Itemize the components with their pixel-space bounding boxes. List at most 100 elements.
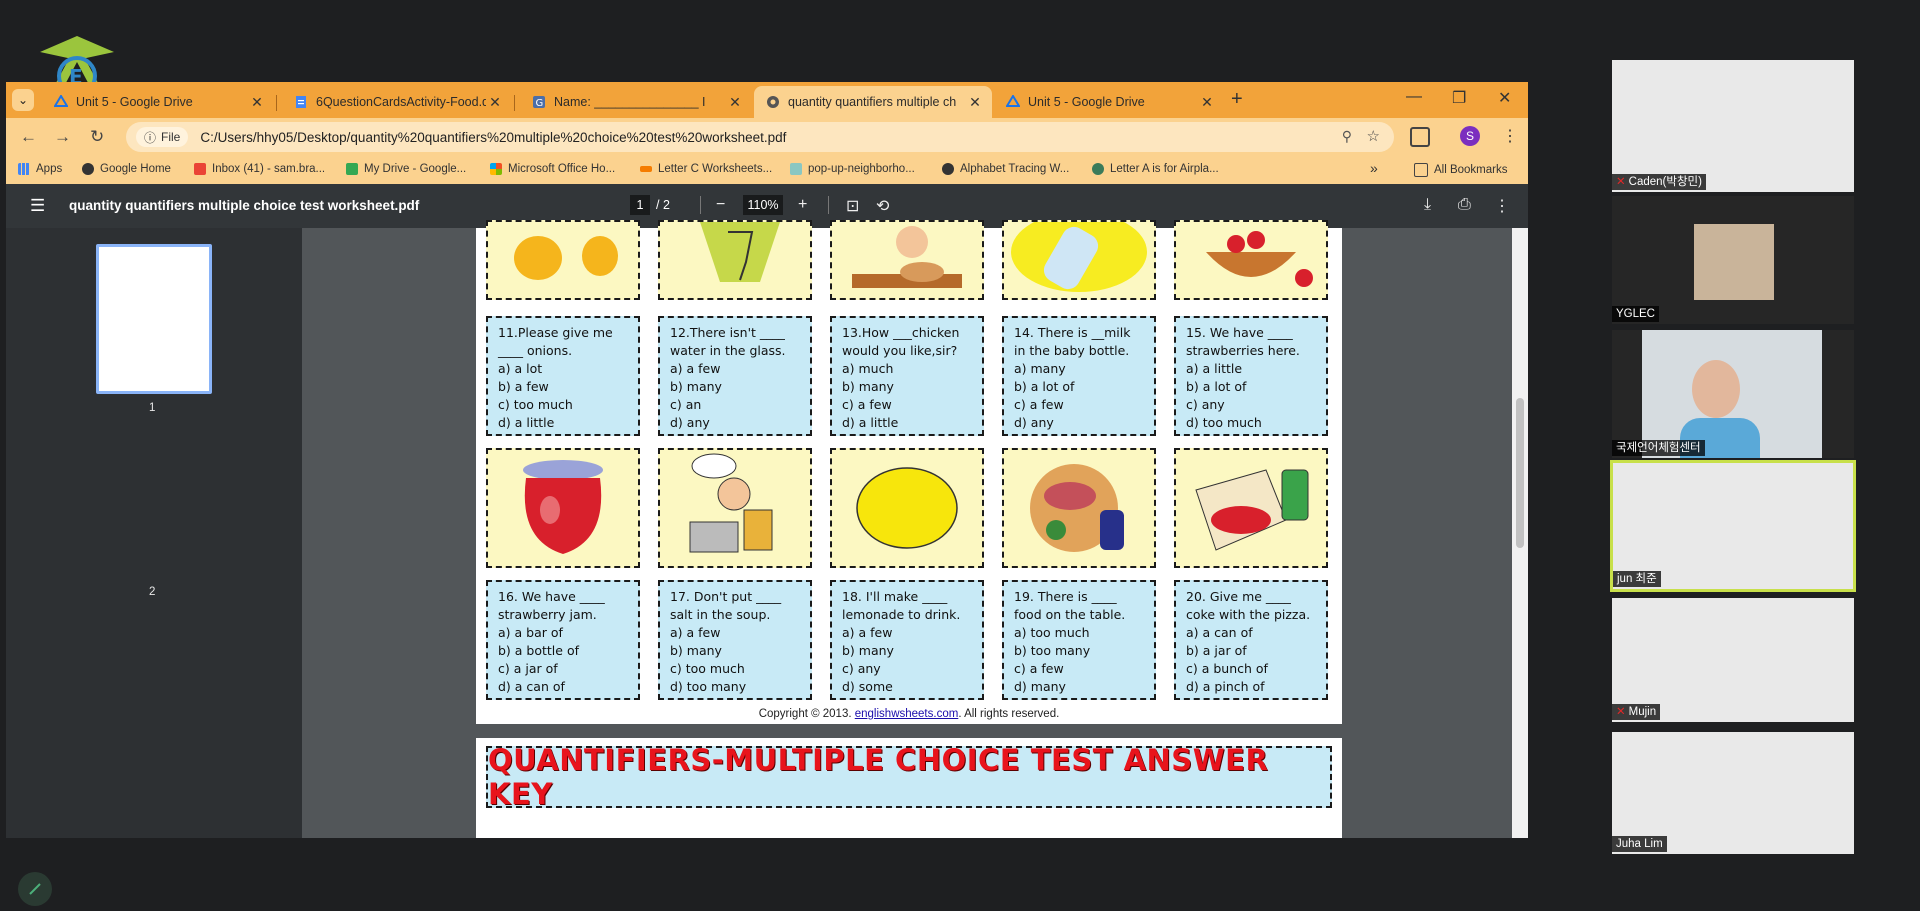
extensions-icon[interactable] (1410, 127, 1430, 147)
participant-tile-jun[interactable]: jun 최준 (1610, 460, 1856, 592)
bookmark-my-drive[interactable]: My Drive - Google... (346, 163, 466, 175)
address-bar[interactable]: ⓘ File C:/Users/hhy05/Desktop/quantity%2… (126, 122, 1394, 152)
bookmark-label: My Drive - Google... (364, 163, 467, 175)
bookmark-pop-up[interactable]: pop-up-neighborho... (790, 163, 915, 175)
rotate-icon[interactable]: ⟲ (876, 196, 889, 216)
question-text: strawberries here. (1186, 343, 1300, 358)
site-info-label: File (161, 130, 181, 144)
scrollbar-thumb[interactable] (1516, 398, 1524, 548)
pdf-more-icon[interactable]: ⋮ (1494, 196, 1510, 216)
tab-quantifiers-pdf[interactable]: quantity quantifiers multiple ch ✕ (754, 86, 992, 118)
site-info-chip[interactable]: ⓘ File (136, 127, 189, 147)
bookmark-apps[interactable]: Apps (18, 163, 62, 175)
pdf-scrollbar[interactable] (1512, 228, 1528, 838)
option-c: c) an (670, 397, 702, 412)
option-a: a) a can of (1186, 625, 1253, 640)
worksheet-page-1: 11.Please give me ____ onions. a) a lot … (476, 212, 1342, 724)
browser-menu-icon[interactable]: ⋮ (1502, 126, 1518, 146)
star-bookmark-icon[interactable]: ☆ (1367, 127, 1380, 145)
window-close-icon[interactable]: ✕ (1498, 88, 1511, 108)
baby-bottle-image (1002, 212, 1156, 300)
restore-icon[interactable]: ❐ (1452, 88, 1466, 108)
forward-arrow-icon[interactable]: → (54, 127, 71, 147)
more-bookmarks-icon[interactable]: » (1370, 160, 1378, 176)
option-b: b) a bottle of (498, 643, 579, 658)
participant-name-label: Juha Lim (1616, 838, 1663, 850)
participant-tile-center[interactable]: 국제언어체험센터 (1612, 330, 1854, 458)
question-card-18: 18. I'll make ____ lemonade to drink. a)… (830, 580, 984, 700)
participant-name: Juha Lim (1612, 836, 1667, 852)
option-c: c) a few (1014, 397, 1064, 412)
zoom-icon[interactable]: ⚲ (1342, 128, 1352, 145)
water-glass-image (658, 220, 812, 300)
option-c: c) any (1186, 397, 1225, 412)
close-icon[interactable]: ✕ (486, 94, 504, 111)
option-c: c) a few (842, 397, 892, 412)
pdf-viewer[interactable]: 11.Please give me ____ onions. a) a lot … (302, 212, 1528, 838)
tab-question-cards[interactable]: 6QuestionCardsActivity-Food.d ✕ (282, 86, 512, 118)
question-text: 17. Don't put ____ (670, 589, 782, 604)
participant-name: ✕ Mujin (1612, 704, 1661, 720)
close-icon[interactable]: ✕ (726, 94, 744, 111)
close-icon[interactable]: ✕ (1198, 94, 1216, 111)
zoom-out-icon[interactable]: − (716, 196, 725, 214)
bookmark-letter-c[interactable]: Letter C Worksheets... (640, 163, 772, 175)
option-a: a) a lot (498, 361, 543, 376)
option-a: a) many (1014, 361, 1066, 376)
question-card-13: 13.How ___chicken would you like,sir? a)… (830, 316, 984, 436)
page-thumbnail-1[interactable] (96, 244, 212, 394)
tab-search-button[interactable]: ⌄ (12, 89, 34, 111)
option-b: b) a lot of (1186, 379, 1247, 394)
participant-tile-mujin[interactable]: ✕ Mujin (1612, 598, 1854, 722)
participant-name: jun 최준 (1613, 571, 1661, 587)
thumbnail-label-2[interactable]: 2 (149, 586, 155, 598)
bookmark-office[interactable]: Microsoft Office Ho... (490, 163, 615, 175)
participant-tile-caden[interactable]: ✕ Caden(박창민) (1612, 60, 1854, 192)
reload-icon[interactable]: ↻ (90, 127, 104, 147)
minimize-icon[interactable]: — (1406, 88, 1422, 106)
fit-to-page-icon[interactable]: ⊡ (846, 196, 859, 216)
option-c: c) a few (1014, 661, 1064, 676)
back-arrow-icon[interactable]: ← (20, 127, 37, 147)
close-icon[interactable]: ✕ (966, 94, 984, 111)
bookmark-label: Letter C Worksheets... (658, 163, 773, 175)
participant-tile-yglec[interactable]: YGLEC (1612, 196, 1854, 324)
question-text: 14. There is __milk (1014, 325, 1131, 340)
copyright-link[interactable]: englishwsheets.com (855, 708, 959, 720)
bookmark-inbox[interactable]: Inbox (41) - sam.bra... (194, 163, 325, 175)
microsoft-icon (490, 163, 502, 175)
bookmark-google-home[interactable]: Google Home (82, 163, 171, 175)
zoom-in-icon[interactable]: + (798, 196, 807, 214)
close-icon[interactable]: ✕ (248, 94, 266, 111)
profile-avatar[interactable]: S (1460, 126, 1480, 146)
download-icon[interactable]: ⤓ (1424, 196, 1431, 214)
participant-tile-juha[interactable]: Juha Lim (1612, 732, 1854, 854)
question-text: strawberry jam. (498, 607, 597, 622)
tab-strip: ⌄ Unit 5 - Google Drive ✕ 6QuestionCards… (6, 82, 1528, 118)
tab-google-drive-1[interactable]: Unit 5 - Google Drive ✕ (42, 86, 274, 118)
option-b: b) many (670, 643, 722, 658)
google-classroom-icon: G (533, 96, 545, 109)
bookmark-alphabet-tracing[interactable]: Alphabet Tracing W... (942, 163, 1069, 175)
page-number-input[interactable]: 1 (630, 195, 650, 215)
apps-grid-icon (18, 163, 30, 175)
new-tab-button[interactable]: + (1231, 88, 1243, 111)
print-icon[interactable]: ⎙ (1458, 196, 1471, 214)
tab-classroom-name[interactable]: G Name: _______________ I ✕ (520, 86, 752, 118)
bookmark-letter-a[interactable]: Letter A is for Airpla... (1092, 163, 1219, 175)
option-d: d) too much (1186, 415, 1262, 430)
tab-google-drive-2[interactable]: Unit 5 - Google Drive ✕ (994, 86, 1224, 118)
annotate-pen-icon[interactable] (18, 872, 52, 906)
all-bookmarks-button[interactable]: All Bookmarks (1414, 163, 1508, 177)
gmail-icon (194, 163, 206, 175)
google-drive-icon (54, 95, 68, 107)
option-c: c) a jar of (498, 661, 558, 676)
participant-name: 국제언어체험센터 (1612, 440, 1705, 456)
bookmark-label: pop-up-neighborho... (808, 163, 915, 175)
question-text: in the baby bottle. (1014, 343, 1130, 358)
hamburger-menu-icon[interactable]: ☰ (30, 196, 45, 216)
chef-soup-image (658, 448, 812, 568)
question-text: 12.There isn't ____ (670, 325, 785, 340)
zoom-input[interactable]: 110% (743, 195, 783, 215)
muted-mic-icon: ✕ (1616, 176, 1626, 188)
